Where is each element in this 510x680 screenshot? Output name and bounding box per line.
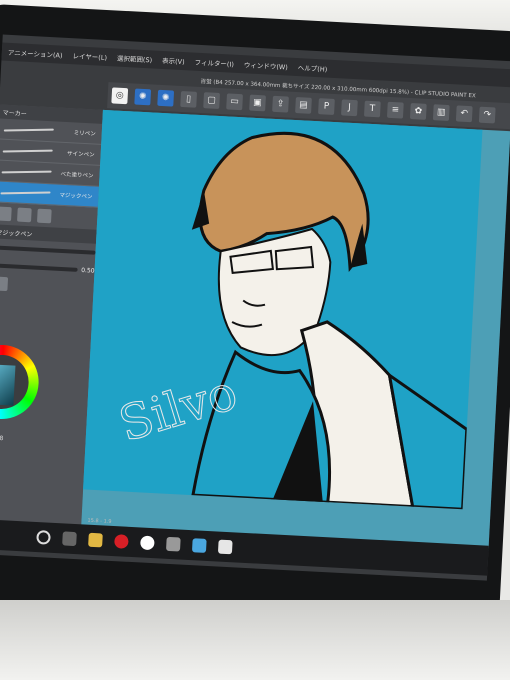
print-icon[interactable]: ▤: [295, 96, 312, 114]
search-icon[interactable]: [36, 530, 51, 545]
copy-icon[interactable]: [0, 206, 12, 222]
menu-item-help[interactable]: ヘルプ(H): [298, 62, 328, 74]
app-icon[interactable]: [165, 536, 181, 552]
menu-item-view[interactable]: 表示(V): [162, 55, 185, 66]
taskbar-time: 15.8 - 1.9: [87, 517, 112, 525]
monitor: アニメーション(A) レイヤー(L) 選択範囲(S) 表示(V) フィルター(I…: [0, 3, 510, 637]
brush-tip-icon[interactable]: [0, 276, 9, 292]
help-icon[interactable]: [217, 539, 233, 555]
opacity-slider[interactable]: [0, 263, 78, 272]
folder-icon[interactable]: [88, 532, 103, 548]
blue-pattern-icon[interactable]: ✺: [134, 88, 152, 106]
new-file-icon[interactable]: ▢: [203, 92, 221, 109]
phone-icon[interactable]: ▯: [180, 90, 198, 108]
artwork: Silvo: [112, 131, 469, 510]
blue-pattern-icon-2[interactable]: ✺: [157, 89, 175, 107]
menu-item-window[interactable]: ウィンドウ(W): [244, 59, 288, 71]
jpg-icon[interactable]: J: [341, 99, 358, 117]
screen: アニメーション(A) レイヤー(L) 選択範囲(S) 表示(V) フィルター(I…: [0, 34, 510, 581]
opacity-value: 0.50: [81, 266, 95, 275]
brush-label: ミリペン: [73, 130, 96, 138]
canvas-area[interactable]: Silvo: [80, 109, 510, 552]
size-slider[interactable]: [0, 245, 96, 255]
brush-label: サインペン: [66, 151, 95, 159]
open-folder-icon[interactable]: ▭: [226, 93, 243, 111]
new-subtool-icon[interactable]: [17, 207, 32, 223]
task-view-icon[interactable]: [62, 531, 77, 547]
psd-icon[interactable]: P: [318, 98, 335, 116]
export-icon[interactable]: ⇪: [272, 95, 289, 113]
brush-label: べた塗りペン: [60, 171, 94, 180]
redo-icon[interactable]: ↷: [478, 106, 496, 124]
color-square[interactable]: [0, 364, 16, 406]
clip-studio-icon[interactable]: [140, 535, 155, 551]
delete-icon[interactable]: [36, 208, 52, 224]
menu-item-filter[interactable]: フィルター(I): [194, 57, 234, 69]
save-icon[interactable]: ▣: [249, 94, 266, 112]
brush-size-value: 58: [0, 434, 4, 443]
brush-label: マジックペン: [59, 192, 93, 201]
menu-item-layer[interactable]: レイヤー(L): [72, 50, 107, 62]
spiral-icon[interactable]: ◎: [111, 87, 129, 105]
gift-icon[interactable]: ✿: [409, 103, 427, 120]
monitor-icon[interactable]: [191, 538, 207, 553]
canvas[interactable]: Silvo: [83, 109, 483, 510]
layer-icon[interactable]: ▥: [432, 104, 450, 122]
filter-icon[interactable]: ≡: [386, 101, 404, 119]
desk-surface: [0, 600, 510, 680]
menu-item-selection[interactable]: 選択範囲(S): [117, 53, 153, 65]
undo-icon[interactable]: ↶: [455, 105, 473, 123]
menu-item-animation[interactable]: アニメーション(A): [8, 47, 63, 60]
opera-icon[interactable]: [114, 534, 129, 549]
tif-icon[interactable]: T: [363, 100, 381, 118]
